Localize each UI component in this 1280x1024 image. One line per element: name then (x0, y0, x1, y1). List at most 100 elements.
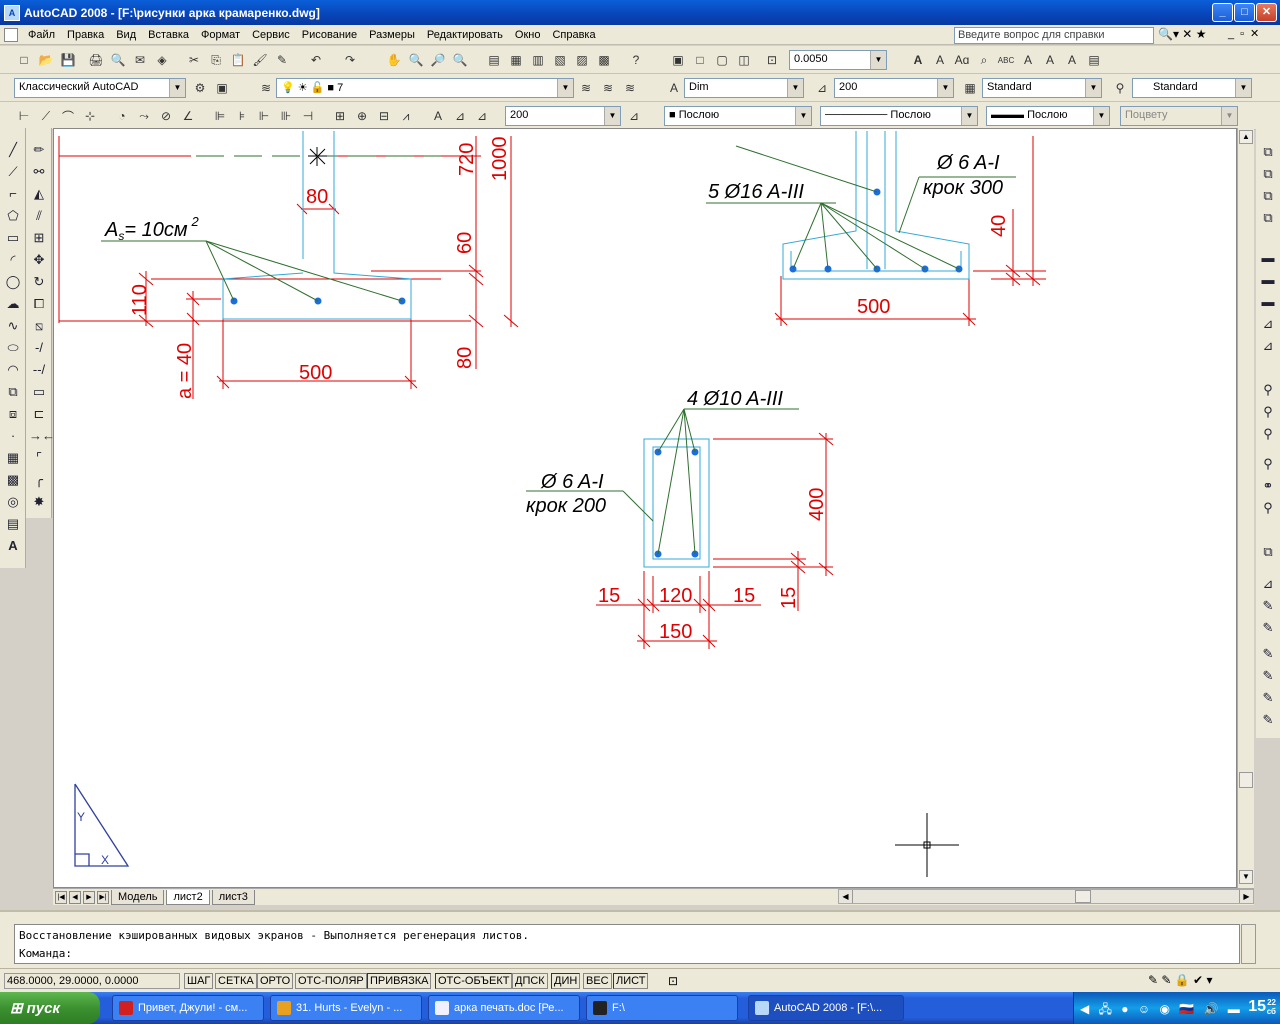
inquiry-icon-r3[interactable]: ⚲ (1258, 424, 1278, 444)
tray-icons[interactable]: ◀ 🖧 ● ☺ ◉ 🇷🇺 🔊 ▬ (1080, 1000, 1243, 1021)
osnap-toggle[interactable]: ПРИВЯЗКА (367, 973, 432, 989)
scroll-down-arrow-icon[interactable]: ▼ (1239, 870, 1253, 884)
preview-icon[interactable]: 🔍 (108, 50, 128, 70)
lineweight-combo[interactable]: ▬▬▬ Послою ▼ (986, 106, 1110, 126)
close-button[interactable]: ✕ (1256, 3, 1277, 22)
doc-window-controls[interactable]: _▫✕ (1228, 27, 1265, 40)
menu-dimension[interactable]: Размеры (363, 29, 421, 41)
justify-text-icon[interactable]: A (1062, 50, 1082, 70)
save-icon[interactable]: 💾 (58, 50, 78, 70)
scroll-left-arrow-icon[interactable]: ◀ (839, 890, 853, 903)
layer-icon-r8[interactable]: ✎ (1258, 710, 1278, 730)
spell-icon[interactable]: ABC (996, 50, 1016, 70)
center-mark-icon[interactable]: ⊕ (352, 106, 372, 126)
start-button[interactable]: ⊞ пуск (0, 992, 100, 1024)
tray-status-icons[interactable]: ✎ ✎ 🔒 ✔ ▾ (1148, 973, 1212, 987)
command-scrollbar[interactable] (1241, 924, 1256, 964)
command-prompt[interactable]: Команда: (19, 945, 1235, 963)
ellipse-arc-icon[interactable]: ◠ (3, 360, 23, 380)
layer-icon-r4[interactable]: ✎ (1258, 618, 1278, 638)
extend-icon[interactable]: --/ (29, 360, 49, 380)
help-search-icon[interactable]: 🔍▾ ✕ ★ (1158, 27, 1206, 41)
scroll-right-arrow-icon[interactable]: ▶ (1239, 890, 1253, 903)
erase-icon[interactable]: ✏ (29, 140, 49, 160)
layer-icon-r3[interactable]: ✎ (1258, 596, 1278, 616)
tab-layout2[interactable]: лист2 (166, 889, 210, 905)
dim-ordinate-icon[interactable]: ⊹ (80, 106, 100, 126)
mirror-icon[interactable]: ◭ (29, 184, 49, 204)
linetype-combo[interactable]: ──────── Послою ▼ (820, 106, 978, 126)
dim-baseline-icon[interactable]: ⊧ (232, 106, 252, 126)
3d-dwf-icon[interactable]: ◈ (152, 50, 172, 70)
scale-icon[interactable]: ⧠ (29, 294, 49, 314)
ortho-toggle[interactable]: ОРТО (257, 973, 294, 989)
dim-radius-icon[interactable]: ◔ (112, 106, 132, 126)
inquiry-icon-r1[interactable]: ⚲ (1258, 380, 1278, 400)
text-style-icon[interactable]: A (1018, 50, 1038, 70)
paste-icon[interactable]: 📋 (228, 50, 248, 70)
dim-style-combo[interactable]: Dim ▼ (684, 78, 804, 98)
region-icon[interactable]: ◎ (3, 492, 23, 512)
inspect-icon[interactable]: ⊟ (374, 106, 394, 126)
inquiry-icon-r4[interactable]: ⚲ (1258, 454, 1278, 474)
dim-aligned-icon[interactable]: ⟋ (36, 106, 56, 126)
command-text-area[interactable]: Восстановление кэшированных видовых экра… (14, 924, 1240, 964)
tab-first-icon[interactable]: |◀ (55, 890, 67, 904)
tool-icon-r8[interactable]: ⊿ (1258, 314, 1278, 334)
paper-toggle[interactable]: ЛИСТ (613, 973, 649, 989)
viewport-single-icon[interactable]: □ (690, 50, 710, 70)
circle-icon[interactable]: ◯ (3, 272, 23, 292)
cut-icon[interactable]: ✂ (184, 50, 204, 70)
zoom-realtime-icon[interactable]: 🔍 (406, 50, 426, 70)
mtext-icon[interactable]: A (3, 536, 23, 556)
dimstyle-icon-r1[interactable]: ⧉ (1258, 142, 1278, 162)
layer-manager-icon[interactable]: ≋ (256, 78, 276, 98)
polygon-icon[interactable]: ⬠ (3, 206, 23, 226)
redo-icon[interactable]: ↷ (340, 50, 360, 70)
edit-text-icon[interactable]: Aɑ (952, 50, 972, 70)
horizontal-scroll-thumb[interactable] (1075, 890, 1091, 903)
pan-icon[interactable]: ✋ (384, 50, 404, 70)
grid-toggle[interactable]: СЕТКА (215, 973, 257, 989)
text-height-icon[interactable]: ⊿ (812, 78, 832, 98)
viewport-icon[interactable]: ▣ (668, 50, 688, 70)
copy-object-icon[interactable]: ⚯ (29, 162, 49, 182)
dimstyle-icon-r3[interactable]: ⧉ (1258, 186, 1278, 206)
tab-layout3[interactable]: лист3 (211, 889, 255, 905)
vertical-scroll-thumb[interactable] (1239, 772, 1253, 788)
gradient-icon[interactable]: ▩ (3, 470, 23, 490)
task-word[interactable]: арка печать.doc [Ре... (428, 995, 580, 1021)
array-icon[interactable]: ⊞ (29, 228, 49, 248)
trim-icon[interactable]: -/ (29, 338, 49, 358)
viewport-clip-icon[interactable]: ⊡ (762, 50, 782, 70)
quick-dim-icon[interactable]: ⊫ (210, 106, 230, 126)
join-icon[interactable]: →← (29, 426, 55, 446)
undo-icon[interactable]: ↶ (306, 50, 326, 70)
dim-continue-icon[interactable]: ⊩ (254, 106, 274, 126)
menu-view[interactable]: Вид (110, 29, 142, 41)
stretch-icon[interactable]: ⧅ (29, 316, 49, 336)
color-combo[interactable]: ■ Послою ▼ (664, 106, 812, 126)
document-icon[interactable] (4, 27, 18, 42)
rectangle-icon[interactable]: ▭ (3, 228, 23, 248)
layer-icon-r6[interactable]: ✎ (1258, 666, 1278, 686)
vertical-scrollbar[interactable]: ▲ ▼ (1237, 128, 1254, 888)
arc-icon[interactable]: ◜ (3, 250, 23, 270)
fillet-icon[interactable]: ╭ (29, 470, 49, 490)
text-height-combo[interactable]: 200 ▼ (834, 78, 954, 98)
dim-scale-combo[interactable]: 200 ▼ (505, 106, 621, 126)
tab-last-icon[interactable]: ▶| (97, 890, 109, 904)
tool-icon-r6[interactable]: ▬ (1258, 270, 1278, 290)
dim-style-edit-icon[interactable]: ⊿ (624, 106, 644, 126)
text-style-combo[interactable]: Standard ▼ (982, 78, 1102, 98)
tool-icon-r7[interactable]: ▬ (1258, 292, 1278, 312)
coordinates-display[interactable]: 468.0000, 29.0000, 0.0000 (4, 973, 180, 989)
task-autocad[interactable]: AutoCAD 2008 - [F:\... (748, 995, 904, 1021)
tool-palettes-icon[interactable]: ▥ (528, 50, 548, 70)
lwt-toggle[interactable]: ВЕС (583, 973, 612, 989)
jogged-linear-icon[interactable]: ⩘ (396, 106, 416, 126)
ellipse-icon[interactable]: ⬭ (3, 338, 23, 358)
minimize-button[interactable]: _ (1212, 3, 1233, 22)
table-icon[interactable]: ▤ (3, 514, 23, 534)
dim-linear-icon[interactable]: ⊢ (14, 106, 34, 126)
